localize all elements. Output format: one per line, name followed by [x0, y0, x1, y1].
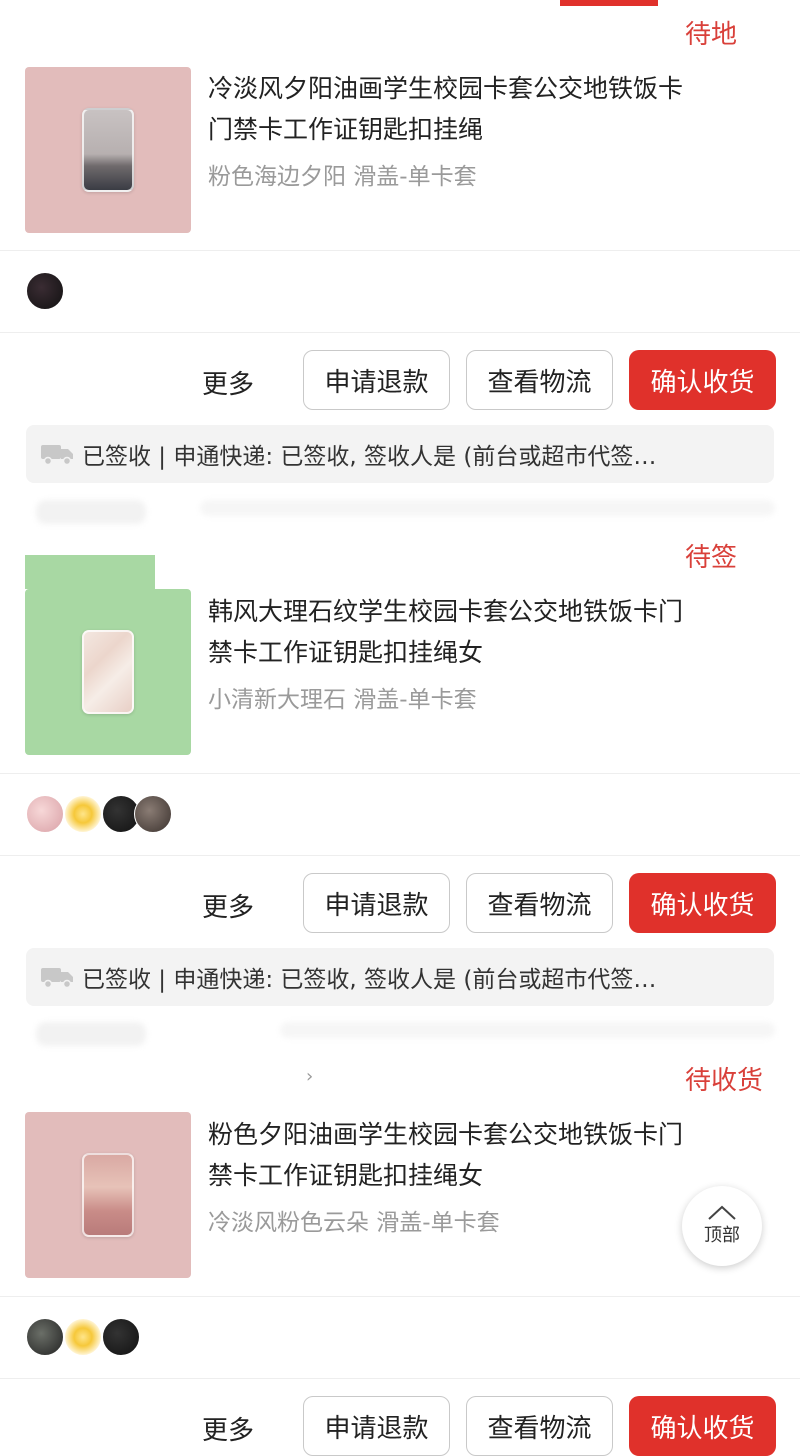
product-spec: 小清新大理石 滑盖-单卡套	[208, 687, 477, 713]
truck-icon	[41, 968, 73, 989]
divider	[0, 773, 800, 774]
product-title[interactable]: 韩风大理石纹学生校园卡套公交地铁饭卡门禁卡工作证钥匙扣挂绳女	[208, 591, 688, 673]
card-sleeve-image	[82, 108, 134, 192]
divider	[0, 1378, 800, 1379]
avatar-row	[26, 795, 172, 833]
product-spec: 粉色海边夕阳 滑盖-单卡套	[208, 164, 477, 190]
more-button[interactable]: 更多	[202, 364, 254, 401]
avatar	[26, 1318, 64, 1356]
blurred-region	[36, 500, 146, 524]
view-logistics-button[interactable]: 查看物流	[466, 350, 613, 410]
avatar	[26, 795, 64, 833]
order-status: 待签	[685, 543, 738, 573]
card-sleeve-image	[82, 630, 134, 714]
avatar-row	[26, 1318, 140, 1356]
divider	[0, 855, 800, 856]
view-logistics-button[interactable]: 查看物流	[466, 1396, 613, 1456]
card-sleeve-image	[82, 1153, 134, 1237]
tab-indicator	[560, 0, 658, 6]
avatar	[134, 795, 172, 833]
avatar	[64, 1318, 102, 1356]
back-to-top-button[interactable]: 顶部	[682, 1186, 762, 1266]
avatar	[64, 795, 102, 833]
logistics-text: 已签收 | 申通快递: 已签收, 签收人是 (前台或超市代签…	[82, 444, 657, 470]
product-spec: 冷淡风粉色云朵 滑盖-单卡套	[208, 1210, 500, 1236]
refund-button[interactable]: 申请退款	[303, 1396, 450, 1456]
divider	[0, 250, 800, 251]
avatar	[26, 272, 64, 310]
confirm-receipt-button[interactable]: 确认收货	[629, 350, 776, 410]
avatar	[102, 1318, 140, 1356]
chevron-right-icon[interactable]: ›	[306, 1066, 313, 1087]
confirm-receipt-button[interactable]: 确认收货	[629, 1396, 776, 1456]
order-status: 待地	[685, 20, 738, 50]
product-title[interactable]: 粉色夕阳油画学生校园卡套公交地铁饭卡门禁卡工作证钥匙扣挂绳女	[208, 1114, 688, 1196]
blurred-region	[280, 1022, 775, 1038]
divider	[0, 332, 800, 333]
blurred-region	[200, 500, 775, 516]
more-button[interactable]: 更多	[202, 1410, 254, 1447]
thumbnail-edge	[25, 555, 155, 589]
order-status: 待收货	[685, 1066, 764, 1096]
truck-icon	[41, 445, 73, 466]
chevron-up-icon	[708, 1205, 736, 1220]
back-to-top-label: 顶部	[704, 1225, 740, 1246]
product-thumbnail[interactable]	[25, 67, 191, 233]
product-thumbnail[interactable]	[25, 1112, 191, 1278]
avatar-row	[26, 272, 64, 310]
refund-button[interactable]: 申请退款	[303, 350, 450, 410]
divider	[0, 1296, 800, 1297]
confirm-receipt-button[interactable]: 确认收货	[629, 873, 776, 933]
logistics-bar[interactable]: 已签收 | 申通快递: 已签收, 签收人是 (前台或超市代签…	[26, 948, 774, 1006]
refund-button[interactable]: 申请退款	[303, 873, 450, 933]
logistics-text: 已签收 | 申通快递: 已签收, 签收人是 (前台或超市代签…	[82, 967, 657, 993]
more-button[interactable]: 更多	[202, 887, 254, 924]
blurred-region	[36, 1022, 146, 1046]
product-thumbnail[interactable]	[25, 589, 191, 755]
logistics-bar[interactable]: 已签收 | 申通快递: 已签收, 签收人是 (前台或超市代签…	[26, 425, 774, 483]
product-title[interactable]: 冷淡风夕阳油画学生校园卡套公交地铁饭卡门禁卡工作证钥匙扣挂绳	[208, 68, 688, 150]
view-logistics-button[interactable]: 查看物流	[466, 873, 613, 933]
